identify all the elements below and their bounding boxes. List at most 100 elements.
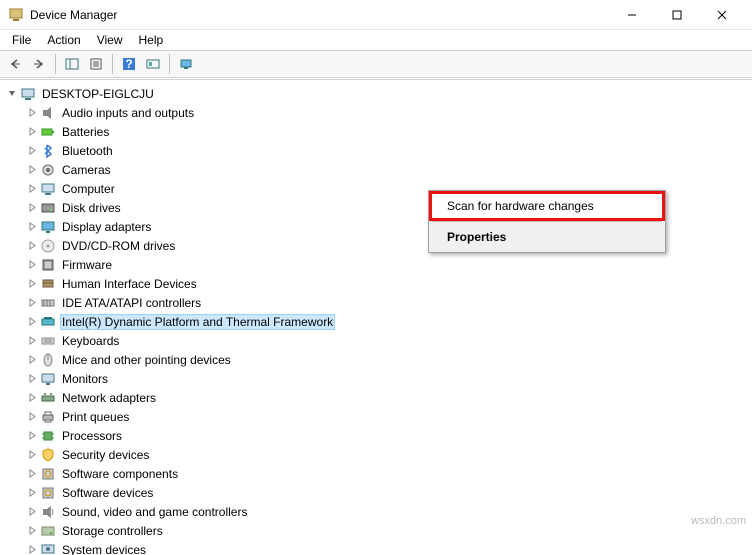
- device-label: Bluetooth: [60, 143, 115, 159]
- ide-icon: [40, 295, 56, 311]
- expand-icon[interactable]: [26, 373, 38, 385]
- expand-icon[interactable]: [26, 411, 38, 423]
- expand-icon[interactable]: [26, 221, 38, 233]
- context-scan-hardware[interactable]: Scan for hardware changes: [431, 193, 663, 219]
- expand-icon[interactable]: [26, 278, 38, 290]
- camera-icon: [40, 162, 56, 178]
- device-node[interactable]: Keyboards: [4, 331, 748, 350]
- device-label: Storage controllers: [60, 523, 165, 539]
- network-icon: [40, 390, 56, 406]
- battery-icon: [40, 124, 56, 140]
- mouse-icon: [40, 352, 56, 368]
- device-label: Cameras: [60, 162, 113, 178]
- device-label: Display adapters: [60, 219, 153, 235]
- software-icon: [40, 485, 56, 501]
- back-button[interactable]: [4, 53, 26, 75]
- properties-button[interactable]: [85, 53, 107, 75]
- device-label: Human Interface Devices: [60, 276, 199, 292]
- window-title: Device Manager: [30, 8, 609, 22]
- device-node[interactable]: Batteries: [4, 122, 748, 141]
- show-hide-pane-button[interactable]: [61, 53, 83, 75]
- expand-icon[interactable]: [26, 316, 38, 328]
- device-node[interactable]: Bluetooth: [4, 141, 748, 160]
- device-node[interactable]: Sound, video and game controllers: [4, 502, 748, 521]
- device-node[interactable]: Intel(R) Dynamic Platform and Thermal Fr…: [4, 312, 748, 331]
- expand-icon[interactable]: [26, 145, 38, 157]
- root-node[interactable]: DESKTOP-EIGLCJU: [4, 84, 748, 103]
- device-label: System devices: [60, 542, 148, 555]
- device-label: Batteries: [60, 124, 111, 140]
- device-node[interactable]: Audio inputs and outputs: [4, 103, 748, 122]
- device-node[interactable]: Network adapters: [4, 388, 748, 407]
- device-label: Disk drives: [60, 200, 123, 216]
- device-node[interactable]: Print queues: [4, 407, 748, 426]
- device-label: Security devices: [60, 447, 151, 463]
- context-scan-label: Scan for hardware changes: [447, 199, 594, 213]
- device-node[interactable]: Processors: [4, 426, 748, 445]
- toolbar-separator: [55, 54, 56, 74]
- expand-icon[interactable]: [26, 354, 38, 366]
- expand-icon[interactable]: [26, 107, 38, 119]
- minimize-button[interactable]: [609, 1, 654, 29]
- toolbar: ?: [0, 50, 752, 78]
- svg-text:?: ?: [125, 57, 132, 71]
- dvd-icon: [40, 238, 56, 254]
- computer-icon: [40, 181, 56, 197]
- menu-file[interactable]: File: [4, 31, 39, 49]
- device-label: Computer: [60, 181, 117, 197]
- device-node[interactable]: Software devices: [4, 483, 748, 502]
- expand-icon[interactable]: [26, 297, 38, 309]
- expand-icon[interactable]: [26, 468, 38, 480]
- device-node[interactable]: Software components: [4, 464, 748, 483]
- device-label: Print queues: [60, 409, 131, 425]
- maximize-button[interactable]: [654, 1, 699, 29]
- disk-icon: [40, 200, 56, 216]
- context-separator: [432, 221, 662, 222]
- expand-icon[interactable]: [26, 126, 38, 138]
- menu-action[interactable]: Action: [39, 31, 88, 49]
- device-label: Intel(R) Dynamic Platform and Thermal Fr…: [60, 314, 335, 330]
- forward-button[interactable]: [28, 53, 50, 75]
- device-tree[interactable]: DESKTOP-EIGLCJU Audio inputs and outputs…: [0, 79, 752, 555]
- expand-icon[interactable]: [26, 449, 38, 461]
- expand-icon[interactable]: [26, 392, 38, 404]
- firmware-icon: [40, 257, 56, 273]
- computer-icon: [20, 86, 36, 102]
- close-button[interactable]: [699, 1, 744, 29]
- collapse-icon[interactable]: [6, 88, 18, 100]
- cpu-icon: [40, 428, 56, 444]
- device-node[interactable]: Cameras: [4, 160, 748, 179]
- device-node[interactable]: Firmware: [4, 255, 748, 274]
- security-icon: [40, 447, 56, 463]
- expand-icon[interactable]: [26, 430, 38, 442]
- expand-icon[interactable]: [26, 202, 38, 214]
- expand-icon[interactable]: [26, 506, 38, 518]
- devices-button[interactable]: [175, 53, 197, 75]
- expand-icon[interactable]: [26, 183, 38, 195]
- menu-help[interactable]: Help: [131, 31, 172, 49]
- storage-icon: [40, 523, 56, 539]
- context-properties[interactable]: Properties: [431, 224, 663, 250]
- device-node[interactable]: System devices: [4, 540, 748, 555]
- device-label: Software devices: [60, 485, 155, 501]
- expand-icon[interactable]: [26, 240, 38, 252]
- device-node[interactable]: Mice and other pointing devices: [4, 350, 748, 369]
- expand-icon[interactable]: [26, 164, 38, 176]
- device-label: Mice and other pointing devices: [60, 352, 233, 368]
- device-node[interactable]: Security devices: [4, 445, 748, 464]
- expand-icon[interactable]: [26, 335, 38, 347]
- device-node[interactable]: Storage controllers: [4, 521, 748, 540]
- scan-hardware-button[interactable]: [142, 53, 164, 75]
- device-node[interactable]: IDE ATA/ATAPI controllers: [4, 293, 748, 312]
- keyboard-icon: [40, 333, 56, 349]
- menu-view[interactable]: View: [89, 31, 131, 49]
- expand-icon[interactable]: [26, 525, 38, 537]
- help-button[interactable]: ?: [118, 53, 140, 75]
- expand-icon[interactable]: [26, 544, 38, 555]
- device-node[interactable]: Human Interface Devices: [4, 274, 748, 293]
- expand-icon[interactable]: [26, 259, 38, 271]
- device-label: Software components: [60, 466, 180, 482]
- monitor-icon: [40, 371, 56, 387]
- expand-icon[interactable]: [26, 487, 38, 499]
- device-node[interactable]: Monitors: [4, 369, 748, 388]
